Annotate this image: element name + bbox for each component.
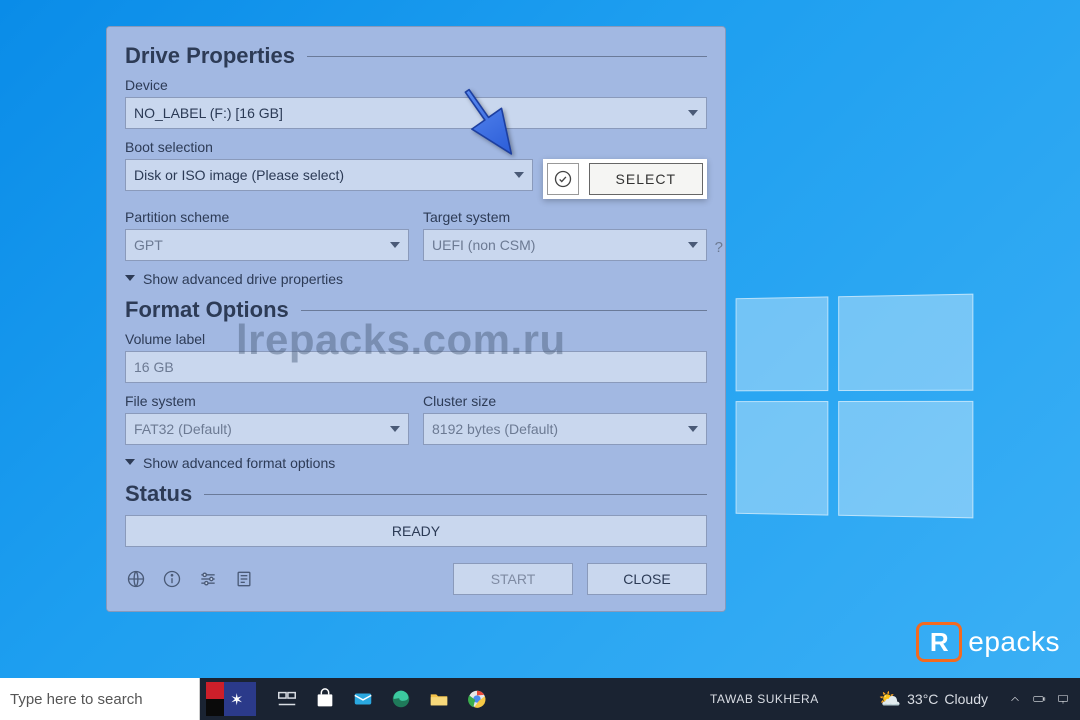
mail-button[interactable] — [350, 686, 376, 712]
mail-icon — [352, 688, 374, 710]
volume-label-value: 16 GB — [134, 359, 174, 375]
store-icon — [314, 688, 336, 710]
device-label: Device — [125, 77, 707, 93]
repacks-badge: R — [916, 622, 962, 662]
taskbar-weather[interactable]: ⛅ 33°C Cloudy — [879, 689, 988, 710]
chrome-icon — [466, 688, 488, 710]
document-icon — [234, 569, 254, 589]
advanced-format-label: Show advanced format options — [143, 455, 335, 471]
file-system-label: File system — [125, 393, 409, 409]
volume-label-input[interactable]: 16 GB — [125, 351, 707, 383]
about-button[interactable] — [161, 568, 183, 590]
settings-button[interactable] — [197, 568, 219, 590]
drive-properties-header: Drive Properties — [125, 43, 707, 69]
chevron-down-icon — [514, 170, 524, 180]
cluster-size-select[interactable]: 8192 bytes (Default) — [423, 413, 707, 445]
language-button[interactable] — [125, 568, 147, 590]
chevron-down-icon — [688, 424, 698, 434]
search-placeholder: Type here to search — [10, 691, 143, 708]
drive-properties-title: Drive Properties — [125, 43, 295, 69]
weather-icon: ⛅ — [879, 689, 901, 710]
rufus-dialog: Drive Properties Device NO_LABEL (F:) [1… — [106, 26, 726, 612]
check-iso-button[interactable] — [547, 163, 579, 195]
advanced-drive-expander[interactable]: Show advanced drive properties — [125, 271, 707, 287]
status-header: Status — [125, 481, 707, 507]
taskbar: Type here to search ✶ TAWAB SUKHERA ⛅ 33… — [0, 678, 1080, 720]
task-view-button[interactable] — [274, 686, 300, 712]
chevron-down-icon — [688, 240, 698, 250]
store-button[interactable] — [312, 686, 338, 712]
globe-icon — [126, 569, 146, 589]
taskbar-search-input[interactable]: Type here to search — [0, 678, 200, 720]
check-circle-icon — [553, 169, 573, 189]
advanced-format-expander[interactable]: Show advanced format options — [125, 455, 707, 471]
status-bar: READY — [125, 515, 707, 547]
windows-logo-wallpaper — [736, 294, 974, 519]
task-view-icon — [276, 688, 298, 710]
chevron-up-icon — [1008, 692, 1022, 706]
chevron-down-icon — [125, 458, 135, 468]
start-button[interactable]: START — [453, 563, 573, 595]
partition-scheme-value: GPT — [134, 237, 163, 253]
repacks-word: epacks — [968, 626, 1060, 658]
select-button[interactable]: SELECT — [589, 163, 703, 195]
device-value: NO_LABEL (F:) [16 GB] — [134, 105, 283, 121]
divider — [307, 56, 707, 57]
cluster-size-label: Cluster size — [423, 393, 707, 409]
format-options-title: Format Options — [125, 297, 289, 323]
file-system-select[interactable]: FAT32 (Default) — [125, 413, 409, 445]
divider — [301, 310, 707, 311]
boot-selection-select[interactable]: Disk or ISO image (Please select) — [125, 159, 533, 191]
chrome-button[interactable] — [464, 686, 490, 712]
repacks-logo: R epacks — [916, 622, 1060, 662]
target-system-select[interactable]: UEFI (non CSM) — [423, 229, 707, 261]
format-options-header: Format Options — [125, 297, 707, 323]
network-icon — [1056, 692, 1070, 706]
log-button[interactable] — [233, 568, 255, 590]
taskbar-user-label: TAWAB SUKHERA — [710, 692, 819, 706]
chevron-down-icon — [390, 240, 400, 250]
battery-icon — [1032, 692, 1046, 706]
advanced-drive-label: Show advanced drive properties — [143, 271, 343, 287]
device-select[interactable]: NO_LABEL (F:) [16 GB] — [125, 97, 707, 129]
partition-scheme-label: Partition scheme — [125, 209, 409, 225]
weather-temp: 33°C — [907, 691, 938, 707]
volume-label-label: Volume label — [125, 331, 707, 347]
select-highlight: SELECT — [543, 159, 707, 199]
close-button[interactable]: CLOSE — [587, 563, 707, 595]
taskbar-flag-icon[interactable]: ✶ — [206, 682, 256, 716]
target-system-label: Target system — [423, 209, 707, 225]
cluster-size-value: 8192 bytes (Default) — [432, 421, 558, 437]
status-title: Status — [125, 481, 192, 507]
target-help-icon[interactable]: ? — [715, 239, 723, 256]
status-value: READY — [392, 523, 440, 539]
chevron-down-icon — [125, 274, 135, 284]
info-icon — [162, 569, 182, 589]
folder-icon — [428, 688, 450, 710]
boot-selection-value: Disk or ISO image (Please select) — [134, 167, 344, 183]
partition-scheme-select[interactable]: GPT — [125, 229, 409, 261]
target-system-value: UEFI (non CSM) — [432, 237, 535, 253]
file-system-value: FAT32 (Default) — [134, 421, 232, 437]
chevron-down-icon — [390, 424, 400, 434]
chevron-down-icon — [688, 108, 698, 118]
boot-selection-label: Boot selection — [125, 139, 707, 155]
edge-button[interactable] — [388, 686, 414, 712]
weather-cond: Cloudy — [944, 691, 988, 707]
edge-icon — [390, 688, 412, 710]
explorer-button[interactable] — [426, 686, 452, 712]
sliders-icon — [198, 569, 218, 589]
divider — [204, 494, 707, 495]
taskbar-tray[interactable] — [1008, 692, 1070, 706]
